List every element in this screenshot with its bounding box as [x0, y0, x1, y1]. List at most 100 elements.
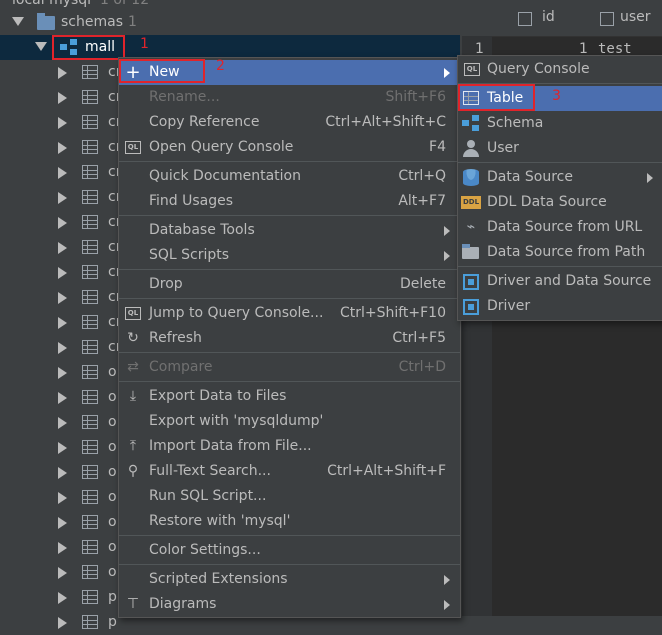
table-name-label: o	[108, 414, 117, 430]
menu-item-label: Restore with 'mysql'	[149, 513, 291, 529]
schemas-label: schemas	[61, 14, 123, 30]
column-header-id[interactable]: id	[542, 9, 555, 25]
table-name-label: o	[108, 564, 117, 580]
menu-item-refresh[interactable]: ↻ Refresh Ctrl+F5	[119, 326, 460, 351]
submenu-arrow-icon	[444, 68, 450, 78]
menu-item-rename[interactable]: Rename... Shift+F6	[119, 85, 460, 110]
export-icon: ⤓	[129, 388, 137, 404]
menu-item-full-text-search[interactable]: ⚲ Full-Text Search... Ctrl+Alt+Shift+F	[119, 459, 460, 484]
expand-arrow-icon[interactable]	[58, 167, 67, 179]
step-number-3: 3	[552, 88, 561, 104]
compare-icon: ⇄	[127, 359, 139, 375]
expand-arrow-icon[interactable]	[58, 317, 67, 329]
menu-item-sql-scripts[interactable]: SQL Scripts	[119, 243, 460, 268]
expand-arrow-icon[interactable]	[35, 42, 47, 51]
menu-item-scripted-extensions[interactable]: Scripted Extensions	[119, 567, 460, 592]
submenu-item-user[interactable]: User	[458, 136, 662, 161]
menu-item-jump-to-query-console[interactable]: QL Jump to Query Console... Ctrl+Shift+F…	[119, 301, 460, 326]
menu-item-diagrams[interactable]: ⊤ Diagrams	[119, 592, 460, 617]
query-console-icon: QL	[125, 307, 141, 320]
menu-item-label: Schema	[487, 115, 544, 131]
expand-arrow-icon[interactable]	[58, 517, 67, 529]
submenu-arrow-icon	[444, 575, 450, 585]
menu-item-find-usages[interactable]: Find Usages Alt+F7	[119, 189, 460, 214]
expand-arrow-icon[interactable]	[58, 617, 67, 629]
highlight-box-new	[119, 59, 205, 83]
expand-arrow-icon[interactable]	[58, 342, 67, 354]
expand-arrow-icon[interactable]	[58, 67, 67, 79]
shortcut-label: Alt+F7	[398, 193, 446, 209]
table-icon	[82, 465, 98, 479]
menu-item-run-sql-script[interactable]: Run SQL Script...	[119, 484, 460, 509]
menu-item-open-query-console[interactable]: QL Open Query Console F4	[119, 135, 460, 160]
tree-node-schemas[interactable]: schemas 1	[0, 10, 460, 35]
expand-arrow-icon[interactable]	[58, 117, 67, 129]
table-icon	[82, 265, 98, 279]
menu-item-label: Driver and Data Source	[487, 273, 652, 289]
table-icon	[82, 440, 98, 454]
menu-item-label: Database Tools	[149, 222, 255, 238]
expand-arrow-icon[interactable]	[58, 192, 67, 204]
expand-arrow-icon[interactable]	[58, 217, 67, 229]
submenu-item-data-source-path[interactable]: Data Source from Path	[458, 240, 662, 265]
table-icon	[82, 590, 98, 604]
submenu-item-driver-and-data-source[interactable]: Driver and Data Source	[458, 269, 662, 294]
menu-item-compare[interactable]: ⇄ Compare Ctrl+D	[119, 355, 460, 380]
column-icon	[600, 12, 614, 26]
folder-open-icon	[462, 244, 479, 259]
menu-separator	[119, 381, 460, 382]
expand-arrow-icon[interactable]	[58, 392, 67, 404]
expand-arrow-icon[interactable]	[58, 292, 67, 304]
expand-arrow-icon[interactable]	[58, 92, 67, 104]
expand-arrow-icon[interactable]	[58, 567, 67, 579]
menu-item-database-tools[interactable]: Database Tools	[119, 218, 460, 243]
menu-item-restore-mysql[interactable]: Restore with 'mysql'	[119, 509, 460, 534]
menu-separator	[119, 298, 460, 299]
menu-item-export-mysqldump[interactable]: Export with 'mysqldump'	[119, 409, 460, 434]
table-name-label: p	[108, 614, 117, 630]
shortcut-label: Ctrl+F5	[392, 330, 446, 346]
table-icon	[82, 165, 98, 179]
expand-arrow-icon[interactable]	[58, 242, 67, 254]
menu-item-label: Run SQL Script...	[149, 488, 267, 504]
table-icon	[82, 90, 98, 104]
menu-item-label: Jump to Query Console...	[149, 305, 324, 321]
key-column-icon	[518, 12, 532, 26]
menu-item-quick-documentation[interactable]: Quick Documentation Ctrl+Q	[119, 164, 460, 189]
table-icon	[82, 515, 98, 529]
schema-icon	[462, 115, 480, 131]
submenu-item-schema[interactable]: Schema	[458, 111, 662, 136]
shortcut-label: Ctrl+Shift+F10	[339, 305, 446, 321]
table-icon	[82, 115, 98, 129]
step-number-1: 1	[140, 36, 149, 52]
submenu-item-ddl-data-source[interactable]: DDL DDL Data Source	[458, 190, 662, 215]
column-header-user[interactable]: user	[620, 9, 651, 25]
menu-separator	[458, 266, 662, 267]
menu-item-label: Scripted Extensions	[149, 571, 288, 587]
expand-arrow-icon[interactable]	[58, 592, 67, 604]
folder-icon	[37, 13, 55, 30]
expand-arrow-icon[interactable]	[58, 367, 67, 379]
table-name-label: o	[108, 439, 117, 455]
query-console-icon: QL	[464, 63, 480, 76]
submenu-item-data-source-url[interactable]: ⌁ Data Source from URL	[458, 215, 662, 240]
menu-item-export-data-to-files[interactable]: ⤓ Export Data to Files	[119, 384, 460, 409]
expand-arrow-icon[interactable]	[58, 142, 67, 154]
menu-item-color-settings[interactable]: Color Settings...	[119, 538, 460, 563]
menu-item-label: Rename...	[149, 89, 220, 105]
menu-item-drop[interactable]: Drop Delete	[119, 272, 460, 297]
expand-arrow-icon[interactable]	[58, 467, 67, 479]
submenu-arrow-icon	[444, 600, 450, 610]
submenu-item-data-source[interactable]: Data Source	[458, 165, 662, 190]
expand-arrow-icon[interactable]	[58, 492, 67, 504]
submenu-item-driver[interactable]: Driver	[458, 294, 662, 319]
menu-item-copy-reference[interactable]: Copy Reference Ctrl+Alt+Shift+C	[119, 110, 460, 135]
expand-arrow-icon[interactable]	[58, 542, 67, 554]
expand-arrow-icon[interactable]	[58, 417, 67, 429]
expand-arrow-icon[interactable]	[58, 267, 67, 279]
submenu-item-query-console[interactable]: QL Query Console	[458, 57, 662, 82]
expand-arrow-icon[interactable]	[58, 442, 67, 454]
import-icon: ⤒	[129, 438, 137, 454]
expand-arrow-icon[interactable]	[12, 17, 24, 26]
menu-item-import-data[interactable]: ⤒ Import Data from File...	[119, 434, 460, 459]
